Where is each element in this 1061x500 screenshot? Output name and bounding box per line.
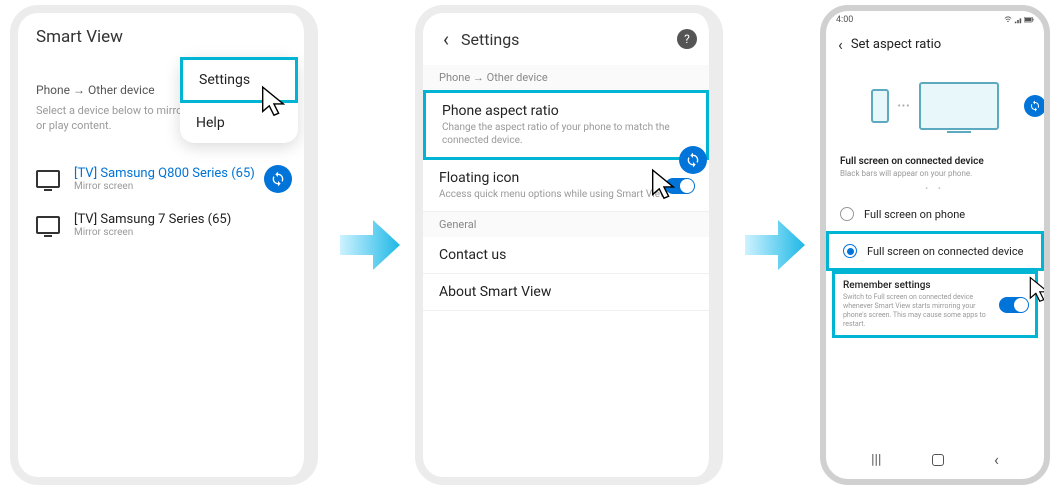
section-label: General bbox=[423, 212, 709, 237]
device-name: [TV] Samsung 7 Series (65) bbox=[74, 212, 231, 227]
arrow-icon bbox=[740, 210, 810, 280]
radio-selected-icon bbox=[843, 244, 857, 258]
header: ‹ Set aspect ratio bbox=[826, 29, 1044, 60]
tv-icon bbox=[36, 216, 60, 234]
setting-contact-us[interactable]: Contact us bbox=[423, 237, 709, 274]
device-sub: Mirror screen bbox=[74, 181, 255, 192]
tv-icon bbox=[36, 170, 60, 188]
phone-screen-2: ‹ Settings ? Phone → Other device Phone … bbox=[415, 5, 723, 485]
battery-icon bbox=[1024, 17, 1034, 23]
preview-section: Full screen on connected device Black ba… bbox=[826, 152, 1044, 197]
phone-screen-3: 4:00 ‹ Set aspect ratio ••• Full screen … bbox=[820, 5, 1050, 485]
page-indicator: • • bbox=[840, 184, 1030, 193]
page-title: Set aspect ratio bbox=[851, 37, 941, 52]
device-name: [TV] Samsung Q800 Series (65) bbox=[74, 166, 255, 181]
nav-home-icon[interactable] bbox=[932, 454, 944, 466]
nav-back-icon[interactable]: ‹ bbox=[994, 450, 999, 469]
section-label: Phone → Other device bbox=[423, 65, 709, 90]
radio-fullscreen-phone[interactable]: Full screen on phone bbox=[826, 197, 1044, 231]
device-sub: Mirror screen bbox=[74, 227, 231, 238]
phone-screen-1: Smart View Settings Help Phone → Other d… bbox=[10, 5, 318, 485]
refresh-icon[interactable] bbox=[1024, 95, 1046, 117]
illustration-tv-icon bbox=[919, 82, 999, 130]
cursor-icon bbox=[1026, 276, 1050, 306]
illustration-phone-icon bbox=[871, 89, 889, 123]
illustration-dots: ••• bbox=[897, 101, 910, 112]
page-title: Settings bbox=[461, 30, 677, 49]
navigation-bar: ||| ‹ bbox=[826, 446, 1044, 473]
setting-aspect-ratio[interactable]: Phone aspect ratio Change the aspect rat… bbox=[423, 90, 709, 160]
cursor-icon bbox=[648, 168, 678, 204]
refresh-icon[interactable] bbox=[264, 165, 292, 193]
wifi-icon bbox=[1004, 16, 1012, 24]
setting-about[interactable]: About Smart View bbox=[423, 274, 709, 311]
arrow-icon bbox=[335, 210, 405, 280]
device-item[interactable]: [TV] Samsung Q800 Series (65) Mirror scr… bbox=[18, 156, 304, 202]
status-bar: 4:00 bbox=[826, 11, 1044, 29]
refresh-icon[interactable] bbox=[679, 146, 707, 174]
help-icon[interactable]: ? bbox=[677, 29, 697, 49]
app-title: Smart View bbox=[36, 27, 123, 47]
nav-recent-icon[interactable]: ||| bbox=[871, 452, 881, 468]
toggle-on[interactable] bbox=[999, 297, 1029, 313]
header: ‹ Settings ? bbox=[423, 13, 709, 65]
remember-settings[interactable]: Remember settings Switch to Full screen … bbox=[832, 271, 1038, 338]
status-icons bbox=[1004, 16, 1034, 24]
signal-icon bbox=[1014, 16, 1022, 24]
radio-fullscreen-device[interactable]: Full screen on connected device bbox=[826, 231, 1044, 271]
device-list: [TV] Samsung Q800 Series (65) Mirror scr… bbox=[18, 156, 304, 248]
illustration: ••• bbox=[826, 60, 1044, 152]
cursor-icon bbox=[258, 85, 288, 121]
radio-icon bbox=[840, 207, 854, 221]
status-time: 4:00 bbox=[836, 15, 853, 25]
device-item[interactable]: [TV] Samsung 7 Series (65) Mirror screen bbox=[18, 202, 304, 248]
back-icon[interactable]: ‹ bbox=[836, 35, 845, 54]
header: Smart View bbox=[18, 13, 304, 61]
back-icon[interactable]: ‹ bbox=[435, 27, 457, 51]
